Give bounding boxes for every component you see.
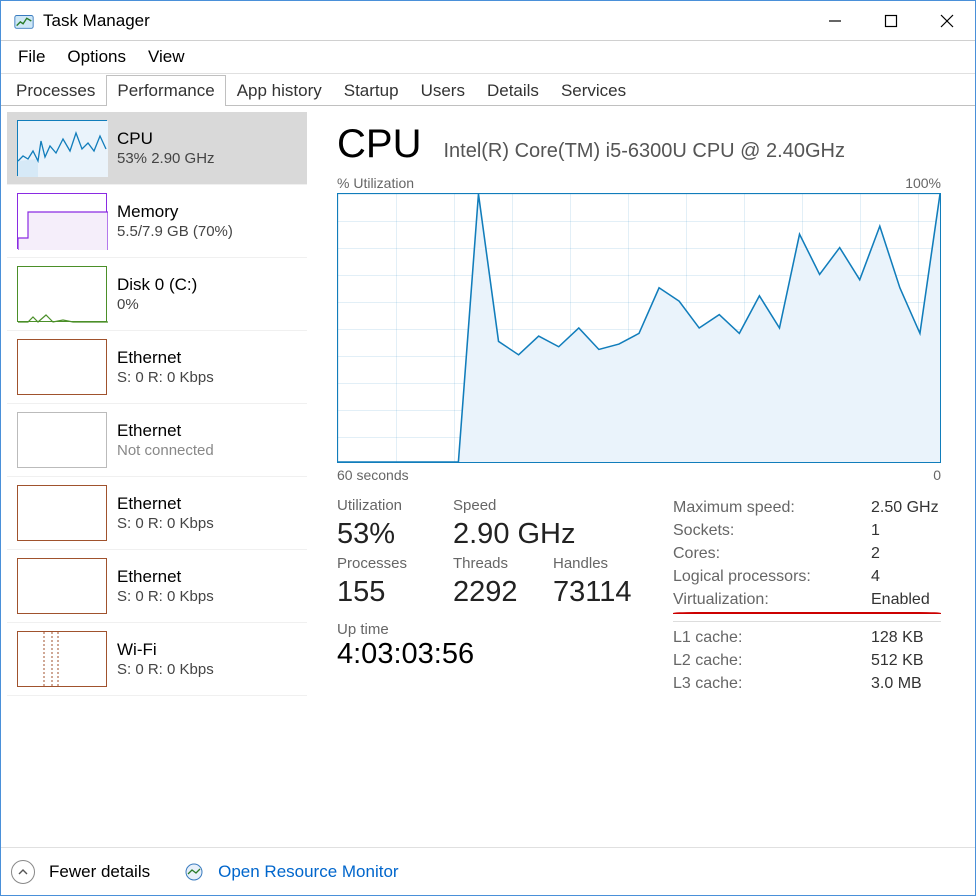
thumb-icon [17,631,107,687]
minimize-button[interactable] [807,1,863,41]
app-icon [13,10,35,32]
stat-label: L2 cache: [673,652,863,670]
chart-label-br: 0 [933,467,941,483]
sidebar-item-sub: S: 0 R: 0 Kbps [117,588,214,605]
close-button[interactable] [919,1,975,41]
page-title: CPU [337,122,421,167]
threads-label: Threads [453,555,545,572]
sidebar-item-memory-1[interactable]: Memory5.5/7.9 GB (70%) [7,185,307,258]
tab-services[interactable]: Services [550,75,637,106]
thumb-icon [17,266,107,322]
thumb-icon [17,339,107,395]
thumb-icon [17,120,107,176]
stat-label: Virtualization: [673,591,863,609]
stat-label: Logical processors: [673,568,863,586]
stat-value: 128 KB [871,629,941,647]
threads-value: 2292 [453,576,545,609]
handles-label: Handles [553,555,653,572]
sidebar-item-sub: 53% 2.90 GHz [117,150,215,167]
sidebar-item-name: Wi-Fi [117,640,214,660]
processes-value: 155 [337,576,445,609]
utilization-value: 53% [337,518,445,551]
cpu-chart [337,193,941,463]
tab-performance[interactable]: Performance [106,75,225,106]
handles-value: 73114 [553,576,653,609]
sidebar-item-name: CPU [117,129,215,149]
stat-label: Cores: [673,545,863,563]
processes-label: Processes [337,555,445,572]
stat-value: 2 [871,545,941,563]
speed-value: 2.90 GHz [453,518,653,551]
annotation-underline [673,612,941,614]
thumb-icon [17,485,107,541]
sidebar-item-name: Ethernet [117,348,214,368]
maximize-button[interactable] [863,1,919,41]
main-panel: CPU Intel(R) Core(TM) i5-6300U CPU @ 2.4… [307,112,975,847]
thumb-icon [17,193,107,249]
sidebar-item-ethernet-4[interactable]: EthernetNot connected [7,404,307,477]
sidebar-item-sub: 5.5/7.9 GB (70%) [117,223,233,240]
footer: Fewer details Open Resource Monitor [1,847,975,895]
window: Task Manager File Options View Processes… [0,0,976,896]
stats-right: Maximum speed: 2.50 GHz Sockets: 1 Cores: 2 Lo… [673,497,941,693]
sidebar-item-name: Disk 0 (C:) [117,275,197,295]
sidebar-item-disk-0-c--2[interactable]: Disk 0 (C:)0% [7,258,307,331]
sidebar-item-cpu-0[interactable]: CPU53% 2.90 GHz [7,112,307,185]
tab-processes[interactable]: Processes [5,75,106,106]
stat-value: 1 [871,522,941,540]
sidebar-item-sub: Not connected [117,442,214,459]
chart-label-tr: 100% [905,175,941,191]
tab-strip: ProcessesPerformanceApp historyStartupUs… [1,74,975,106]
stats-left: Utilization Speed 53% 2.90 GHz Processes… [337,497,653,609]
thumb-icon [17,412,107,468]
sidebar-item-wi-fi-7[interactable]: Wi-FiS: 0 R: 0 Kbps [7,623,307,696]
sidebar-item-ethernet-3[interactable]: EthernetS: 0 R: 0 Kbps [7,331,307,404]
tab-startup[interactable]: Startup [333,75,410,106]
menu-options[interactable]: Options [56,43,137,71]
stat-label: Sockets: [673,522,863,540]
uptime-value: 4:03:03:56 [337,638,653,671]
tab-users[interactable]: Users [410,75,476,106]
utilization-label: Utilization [337,497,445,514]
sidebar-item-name: Ethernet [117,567,214,587]
sidebar-item-sub: S: 0 R: 0 Kbps [117,369,214,386]
sidebar-item-ethernet-6[interactable]: EthernetS: 0 R: 0 Kbps [7,550,307,623]
uptime-label: Up time [337,621,653,638]
cpu-model: Intel(R) Core(TM) i5-6300U CPU @ 2.40GHz [443,140,845,167]
menu-view[interactable]: View [137,43,196,71]
stat-label: L1 cache: [673,629,863,647]
window-title: Task Manager [43,11,150,31]
chart-label-bl: 60 seconds [337,467,409,483]
sidebar-item-sub: S: 0 R: 0 Kbps [117,661,214,678]
stat-value: 2.50 GHz [871,499,941,517]
stat-value: Enabled [871,591,941,609]
tab-details[interactable]: Details [476,75,550,106]
sidebar-item-name: Memory [117,202,233,222]
thumb-icon [17,558,107,614]
sidebar[interactable]: CPU53% 2.90 GHzMemory5.5/7.9 GB (70%)Dis… [7,112,307,847]
speed-label: Speed [453,497,545,514]
chevron-up-icon[interactable] [11,860,35,884]
fewer-details-button[interactable]: Fewer details [49,862,150,882]
sidebar-item-ethernet-5[interactable]: EthernetS: 0 R: 0 Kbps [7,477,307,550]
resource-monitor-icon [184,862,204,882]
menubar: File Options View [1,41,975,74]
sidebar-item-sub: 0% [117,296,197,313]
sidebar-item-name: Ethernet [117,421,214,441]
chart-label-tl: % Utilization [337,175,414,191]
open-resource-monitor-link[interactable]: Open Resource Monitor [218,862,398,882]
stat-value: 3.0 MB [871,675,941,693]
sidebar-item-name: Ethernet [117,494,214,514]
stat-value: 4 [871,568,941,586]
menu-file[interactable]: File [7,43,56,71]
stat-label: L3 cache: [673,675,863,693]
stat-value: 512 KB [871,652,941,670]
sidebar-item-sub: S: 0 R: 0 Kbps [117,515,214,532]
tab-app-history[interactable]: App history [226,75,333,106]
titlebar: Task Manager [1,1,975,41]
stat-label: Maximum speed: [673,499,863,517]
